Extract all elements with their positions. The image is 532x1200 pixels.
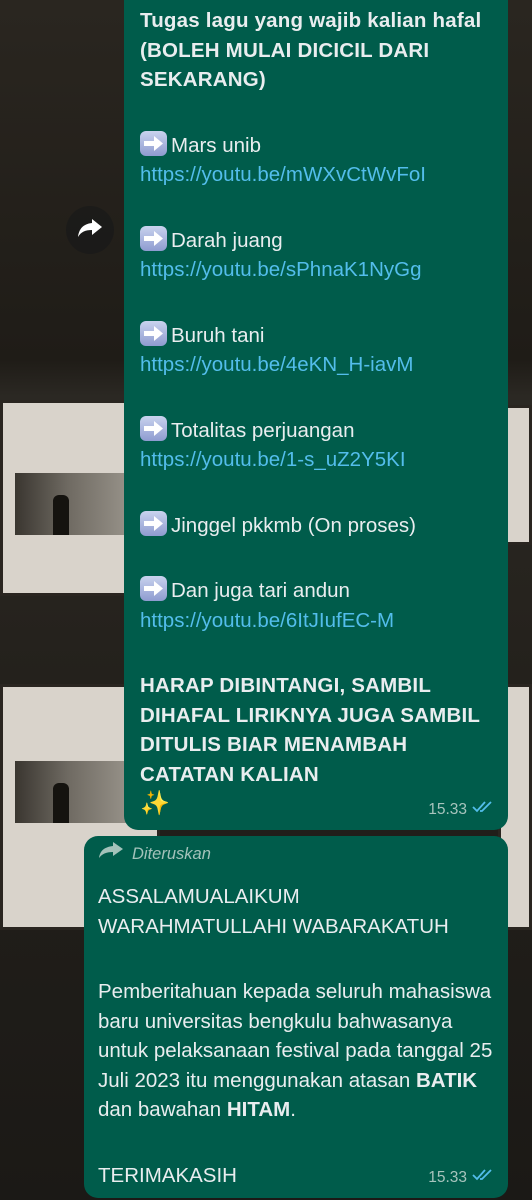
announcement-text: Pemberitahuan kepada seluruh mahasiswa b… <box>98 977 494 1125</box>
message-time: 15.33 <box>428 800 467 818</box>
message-time: 15.33 <box>428 1168 467 1186</box>
list-item: Darah juang https://youtu.be/sPhnaK1NyGg <box>140 225 494 285</box>
youtube-link[interactable]: https://youtu.be/6ItJIufEC-M <box>140 606 494 636</box>
list-item: Mars unib https://youtu.be/mWXvCtWvFoI <box>140 130 494 190</box>
forward-icon <box>77 217 103 244</box>
item-label: Jinggel pkkmb (On proses) <box>171 513 416 537</box>
hitam-text: HITAM <box>226 1098 291 1121</box>
right-arrow-emoji <box>140 415 167 441</box>
youtube-link[interactable]: https://youtu.be/1-s_uZ2Y5KI <box>140 445 494 475</box>
item-label: Mars unib <box>171 133 262 157</box>
list-item: Jinggel pkkmb (On proses) <box>140 510 494 541</box>
double-check-icon <box>472 795 494 825</box>
message-bubble[interactable]: Tugas lagu yang wajib kalian hafal (BOLE… <box>124 0 508 830</box>
forwarded-icon <box>98 840 124 871</box>
batik-text: BATIK <box>415 1068 478 1092</box>
sparkles-emoji: ✨ <box>140 790 171 817</box>
youtube-link[interactable]: https://youtu.be/mWXvCtWvFoI <box>140 160 494 190</box>
list-item: Buruh tani https://youtu.be/4eKN_H-iavM <box>140 320 494 380</box>
body-text: . <box>290 1098 296 1121</box>
forwarded-message-bubble[interactable]: Diteruskan ASSALAMUALAIKUM WARAHMATULLAH… <box>84 836 508 1198</box>
forwarded-indicator: Diteruskan <box>98 840 494 871</box>
youtube-link[interactable]: https://youtu.be/sPhnaK1NyGg <box>140 255 494 285</box>
right-arrow-emoji <box>140 130 167 156</box>
item-label: Darah juang <box>171 228 283 252</box>
item-label: Buruh tani <box>171 323 265 347</box>
forward-message-button[interactable] <box>66 206 114 254</box>
right-arrow-emoji <box>140 510 167 536</box>
right-arrow-emoji <box>140 320 167 346</box>
footer-text: HARAP DIBINTANGI, SAMBIL DIHAFAL LIRIKNY… <box>140 674 480 786</box>
list-item: Dan juga tari andun https://youtu.be/6It… <box>140 576 494 635</box>
right-arrow-emoji <box>140 225 167 251</box>
right-arrow-emoji <box>140 576 167 601</box>
greeting-text: ASSALAMUALAIKUM WARAHMATULLAHI WABARAKAT… <box>98 885 449 938</box>
message-title: Tugas lagu yang wajib kalian hafal (BOLE… <box>140 9 482 91</box>
message-meta: 15.33 <box>428 1163 494 1193</box>
item-label: Totalitas perjuangan <box>171 418 355 442</box>
body-text: dan bawahan <box>98 1098 227 1121</box>
list-item: Totalitas perjuangan https://youtu.be/1-… <box>140 415 494 475</box>
double-check-icon <box>472 1163 494 1193</box>
forwarded-label: Diteruskan <box>132 845 211 864</box>
message-meta: 15.33 <box>428 795 494 825</box>
item-label: Dan juga tari andun <box>171 579 350 602</box>
youtube-link[interactable]: https://youtu.be/4eKN_H-iavM <box>140 350 494 380</box>
